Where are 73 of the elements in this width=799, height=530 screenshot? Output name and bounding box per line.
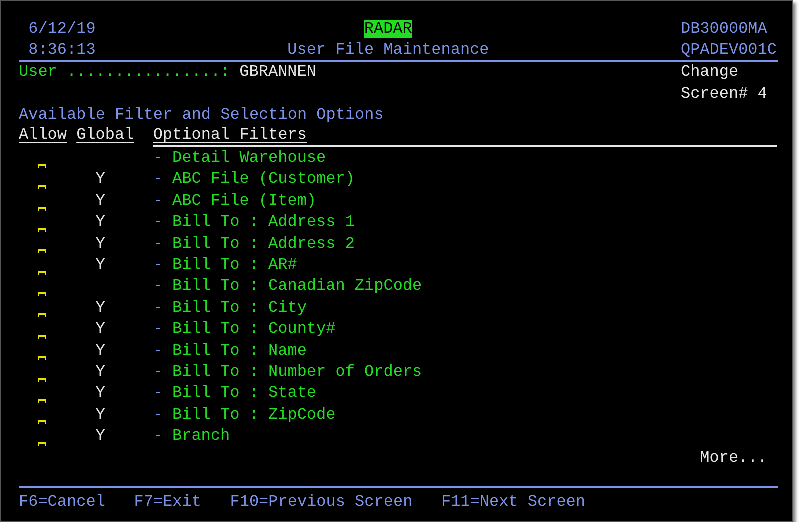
allow-field[interactable] — [38, 185, 46, 190]
allow-field[interactable] — [38, 420, 46, 424]
filter-name: Bill To : Canadian ZipCode — [172, 277, 422, 296]
filter-name: Bill To : Address 1 — [172, 213, 355, 232]
dash-marker: - — [153, 384, 163, 402]
global-value: Y — [96, 298, 106, 317]
dash-marker: - — [153, 342, 163, 360]
allow-field[interactable] — [38, 399, 46, 404]
dash-marker: - — [153, 234, 163, 253]
filter-name: Bill To : County# — [172, 320, 336, 338]
filter-name: Bill To : Address 2 — [172, 234, 355, 253]
dash-marker: - — [153, 149, 163, 168]
global-value: Y — [96, 362, 106, 381]
column-header: Optional Filters — [153, 126, 307, 144]
user-value: GBRANNEN — [240, 63, 316, 82]
mode-label: Change — [680, 63, 739, 82]
column-header: Global — [76, 126, 134, 144]
function-key[interactable]: F10=Previous Screen — [230, 492, 413, 511]
function-key[interactable]: F6=Cancel — [19, 492, 106, 511]
device-name: QPADEV001C — [680, 40, 777, 59]
filter-name: Bill To : ZipCode — [172, 406, 336, 424]
filter-name: Branch — [172, 427, 230, 446]
filter-name: Bill To : Name — [172, 342, 307, 360]
filter-name: Bill To : City — [172, 298, 307, 317]
allow-field[interactable] — [38, 356, 46, 360]
allow-field[interactable] — [38, 270, 46, 275]
dash-marker: - — [153, 213, 163, 232]
filter-name: ABC File (Item) — [172, 192, 316, 210]
allow-field[interactable] — [38, 334, 46, 339]
filter-name: Detail Warehouse — [172, 149, 326, 168]
global-value: Y — [96, 170, 106, 188]
filter-name: Bill To : Number of Orders — [172, 362, 422, 381]
column-header: Allow — [19, 126, 67, 144]
global-value: Y — [96, 213, 106, 232]
global-value: Y — [96, 192, 106, 210]
allow-field[interactable] — [38, 442, 46, 446]
allow-field[interactable] — [38, 164, 46, 168]
allow-field[interactable] — [38, 206, 46, 211]
function-key[interactable]: F11=Next Screen — [441, 492, 586, 511]
global-value: Y — [96, 342, 106, 360]
dash-marker: - — [153, 320, 163, 338]
dash-marker: - — [153, 406, 163, 424]
function-key[interactable]: F7=Exit — [134, 492, 202, 511]
screen-title: User File Maintenance — [288, 40, 490, 59]
filter-name: ABC File (Customer) — [172, 170, 355, 188]
user-label: User ................: — [19, 63, 230, 82]
dash-marker: - — [153, 427, 163, 446]
allow-field[interactable] — [38, 378, 46, 382]
filter-name: Bill To : AR# — [172, 256, 298, 274]
program-name: DB30000MA — [680, 20, 768, 38]
global-value: Y — [96, 406, 106, 424]
global-value: Y — [96, 320, 106, 338]
dash-marker: - — [153, 277, 163, 296]
screen-number: Screen# 4 — [680, 84, 768, 103]
dash-marker: - — [153, 298, 163, 317]
dash-marker: - — [153, 362, 163, 381]
global-value: Y — [96, 256, 106, 274]
global-value: Y — [96, 234, 106, 253]
allow-field[interactable] — [38, 228, 46, 232]
time: 8:36:13 — [28, 40, 96, 59]
date: 6/12/19 — [28, 20, 96, 38]
dash-marker: - — [153, 256, 163, 274]
dash-marker: - — [153, 192, 163, 210]
allow-field[interactable] — [38, 313, 46, 318]
allow-field[interactable] — [38, 249, 46, 254]
dash-marker: - — [153, 170, 163, 188]
allow-field[interactable] — [38, 292, 46, 296]
section-title: Available Filter and Selection Options — [19, 106, 384, 124]
filter-name: Bill To : State — [172, 384, 316, 402]
app-name: RADAR — [364, 20, 412, 38]
more-indicator: More... — [700, 448, 768, 466]
global-value: Y — [96, 427, 106, 446]
global-value: Y — [96, 384, 106, 402]
